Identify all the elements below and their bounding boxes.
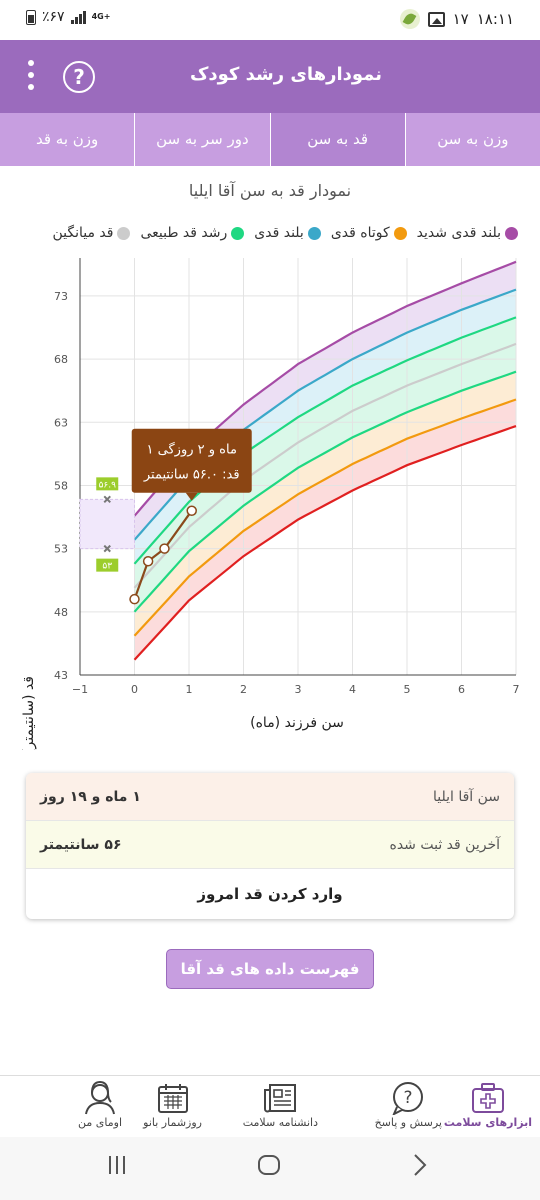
x-tick-label: 6 (458, 683, 465, 696)
status-bar: ٪۶۷ 4G+ ۱۷ ۱۸:۱۱ (0, 0, 540, 40)
child-age-label: سن آقا ایلیا (432, 788, 500, 805)
tooltip-line2: قد: ۵۶.۰ سانتیمتر (143, 468, 240, 483)
legend-dot (505, 226, 518, 240)
help-icon[interactable]: ? (63, 61, 95, 93)
question-icon: ? (375, 1080, 442, 1116)
x-tick-label: 2 (240, 683, 247, 696)
legend-item: رشد قد طبیعی (140, 225, 245, 241)
tab-weight-height[interactable]: وزن به قد (0, 113, 134, 166)
y-tick-label: 73 (54, 290, 68, 303)
signal-icon (70, 10, 86, 24)
nav-label: روزشمار بانو (143, 1116, 202, 1129)
legend-dot (307, 226, 321, 240)
child-age-row: سن آقا ایلیا ۱ ماه و ۱۹ روز (26, 773, 514, 821)
legend-item: بلند قدی شدید (417, 225, 518, 241)
x-tick-label: 1 (186, 683, 193, 696)
info-card: سن آقا ایلیا ۱ ماه و ۱۹ روز آخرین قد ثبت… (26, 773, 514, 919)
range-box (79, 498, 135, 550)
y-tick-label: 68 (54, 353, 68, 366)
calendar-icon (143, 1080, 202, 1116)
battery-icon (26, 9, 36, 25)
x-tick-label: 7 (513, 683, 520, 696)
legend-label: بلند قدی شدید (416, 225, 501, 241)
y-axis-label: قد (سانتیمتر) (21, 676, 37, 750)
x-tick-label: 5 (404, 683, 411, 696)
status-time: ۱۸:۱۱ (476, 10, 514, 28)
page-title: نمودارهای رشد کودک (189, 64, 382, 85)
back-icon[interactable] (410, 1153, 430, 1184)
x-tick-label: −1 (72, 683, 88, 696)
last-height-label: آخرین قد ثبت شده (389, 836, 501, 853)
legend-dot (117, 226, 131, 240)
tab-weight-age[interactable]: وزن به سن (404, 113, 540, 166)
child-age-value: ۱ ماه و ۱۹ روز (40, 788, 141, 805)
status-date: ۱۷ (452, 10, 469, 28)
nav-label: دانشنامه سلامت (242, 1116, 318, 1129)
battery-level: ٪۶۷ (42, 9, 65, 25)
legend-label: رشد قد طبیعی (140, 225, 228, 241)
newspaper-icon (243, 1080, 318, 1116)
child-data-point (186, 505, 197, 516)
legend-label: قد میانگین (52, 225, 114, 241)
enter-height-button[interactable]: وارد کردن قد امروز (26, 869, 514, 919)
home-icon[interactable] (257, 1153, 281, 1184)
chart-tabs: وزن به سن قد به سن دور سر به سن وزن به ق… (0, 113, 540, 166)
chart-legend: بلند قدی شدید کوتاه قدی بلند قدی رشد قد … (52, 225, 518, 241)
nav-label: پرسش و پاسخ (374, 1116, 442, 1129)
status-right: ۱۷ ۱۸:۱۱ (399, 9, 514, 29)
y-tick-label: 53 (54, 543, 68, 556)
growth-chart[interactable]: −1 0 1 2 3 4 5 6 7 43 48 53 58 63 68 73 ۵۶.۹ ۵۳ ۱ ماه و … (0, 250, 540, 750)
height-list-button[interactable]: فهرست داده های قد آقا ایلیا (166, 949, 374, 1016)
nav-label: اومای من (78, 1116, 122, 1129)
chart-title: نمودار قد به سن آقا ایلیا (188, 181, 352, 200)
x-tick-label: 3 (295, 683, 302, 696)
user-avatar-icon (78, 1080, 122, 1116)
y-tick-label: 43 (54, 669, 68, 682)
nav-qa[interactable]: ? پرسش و پاسخ (375, 1080, 442, 1129)
nav-calendar[interactable]: روزشمار بانو (143, 1080, 202, 1129)
recent-apps-icon[interactable] (106, 1153, 128, 1183)
x-tick-label: 4 (349, 683, 356, 696)
tab-head-age[interactable]: دور سر به سن (134, 113, 269, 166)
child-data-point (159, 543, 170, 554)
status-left: ٪۶۷ 4G+ (26, 9, 110, 25)
system-navigation-bar (0, 1137, 540, 1200)
legend-label: کوتاه قدی (330, 225, 390, 241)
last-height-row: آخرین قد ثبت شده ۵۶ سانتیمتر (26, 821, 514, 869)
range-badge-label: ۵۳ (102, 562, 112, 572)
range-badge-label: ۵۶.۹ (99, 480, 117, 490)
legend-item: قد میانگین (52, 225, 131, 241)
y-tick-label: 58 (54, 479, 68, 492)
nav-health-tools[interactable]: ابزارهای سلامت (444, 1080, 532, 1129)
image-notification-icon (427, 11, 445, 27)
tooltip-line1: ۱ ماه و ۲ روزگی (147, 442, 237, 458)
legend-item: کوتاه قدی (331, 225, 407, 241)
network-type: 4G+ (91, 12, 111, 21)
x-axis-label: سن فرزند (ماه) (250, 715, 344, 731)
leaf-app-icon (399, 9, 420, 29)
nav-encyclopedia[interactable]: دانشنامه سلامت (243, 1080, 318, 1129)
more-options-icon[interactable] (26, 60, 36, 94)
child-data-point (129, 593, 140, 605)
y-tick-label: 63 (54, 416, 68, 429)
svg-text:?: ? (404, 1088, 413, 1108)
last-height-value: ۵۶ سانتیمتر (40, 836, 122, 853)
app-bar: ? نمودارهای رشد کودک (0, 40, 540, 113)
legend-item: بلند قدی (254, 225, 321, 241)
legend-dot (231, 226, 245, 240)
tooltip-box (131, 428, 252, 493)
medical-kit-icon (444, 1080, 532, 1116)
legend-dot (393, 226, 407, 240)
y-tick-label: 48 (54, 606, 68, 619)
child-data-point (142, 556, 154, 567)
x-tick-label: 0 (131, 683, 138, 696)
legend-label: بلند قدی (254, 225, 304, 241)
tab-height-age[interactable]: قد به سن (269, 113, 405, 166)
bottom-nav: ابزارهای سلامت ? پرسش و پاسخ دانشنامه سل… (0, 1075, 540, 1137)
nav-label: ابزارهای سلامت (443, 1116, 532, 1129)
nav-my-profile[interactable]: اومای من (78, 1080, 122, 1129)
